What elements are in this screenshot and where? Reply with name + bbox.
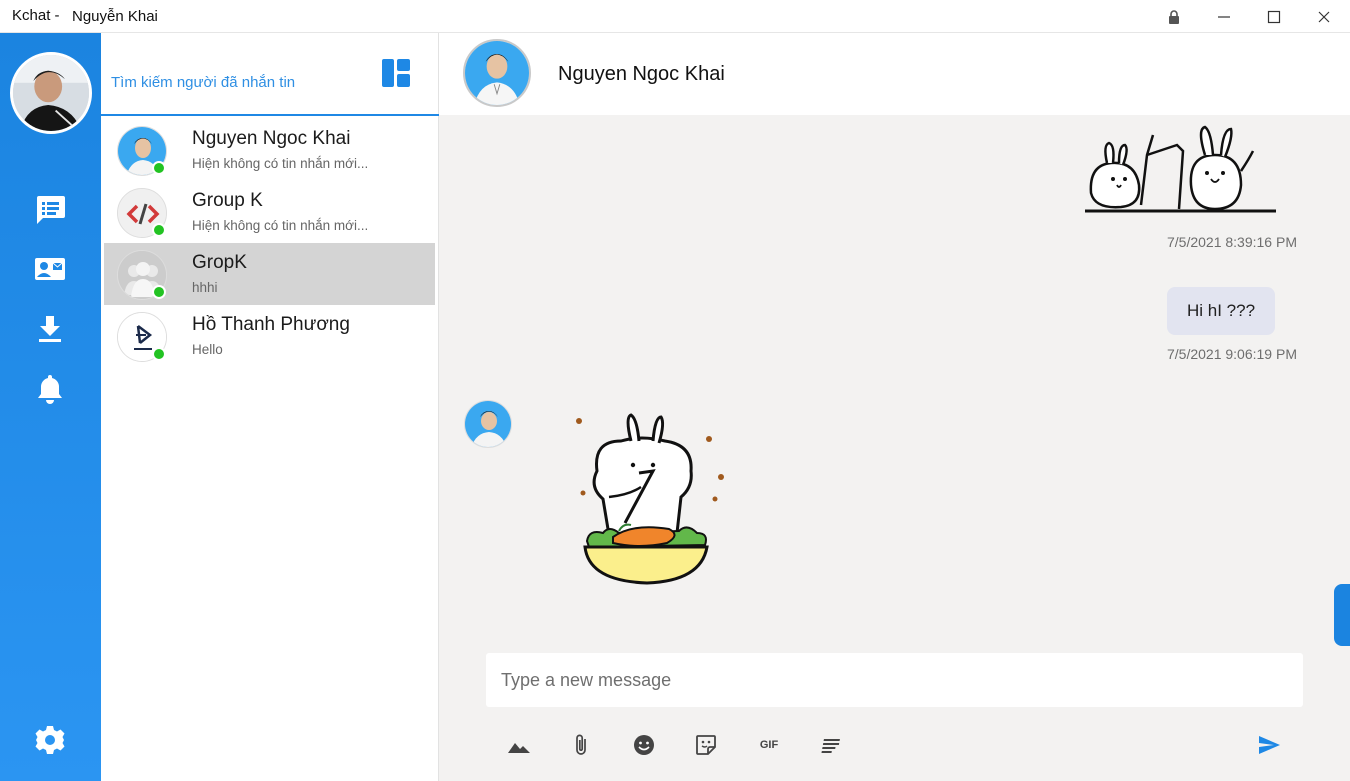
online-indicator	[152, 347, 166, 361]
bell-icon	[38, 375, 62, 404]
conversation-name: GropK	[192, 252, 247, 273]
chat-title: Nguyen Ngoc Khai	[558, 63, 725, 85]
sidebar-item-chats[interactable]	[28, 187, 72, 231]
conversation-item[interactable]: Nguyen Ngoc Khai Hiện không có tin nhắn …	[104, 119, 435, 181]
contact-card-icon	[35, 258, 65, 280]
conversation-preview: hhhi	[192, 280, 218, 295]
emoji-button[interactable]	[628, 730, 660, 760]
chat-list-icon	[37, 196, 65, 224]
message-timestamp: 7/5/2021 9:06:19 PM	[1167, 346, 1297, 362]
format-icon	[821, 739, 840, 753]
search-bar	[101, 33, 439, 116]
nav-rail	[0, 33, 101, 781]
send-image-button[interactable]	[503, 730, 535, 760]
conversation-preview: Hiện không có tin nhắn mới...	[192, 156, 369, 171]
lock-icon	[1169, 9, 1179, 24]
message-sticker-incoming[interactable]	[569, 411, 739, 596]
minimize-button[interactable]	[1201, 0, 1247, 33]
conversation-item[interactable]: GropK hhhi	[104, 243, 435, 305]
attachment-icon	[576, 734, 586, 755]
settings-button[interactable]	[28, 718, 72, 762]
send-icon	[1259, 736, 1280, 754]
chat-panel: Nguyen Ngoc Khai 7/5/2021 8:39:16 PM Hi …	[439, 33, 1350, 781]
scroll-handle[interactable]	[1334, 584, 1350, 646]
profile-photo	[13, 55, 89, 131]
bunny-carrot-sticker-image	[576, 413, 724, 585]
online-indicator	[152, 161, 166, 175]
sticker-icon	[696, 735, 716, 755]
format-text-button[interactable]	[815, 730, 847, 760]
sender-avatar[interactable]	[464, 400, 512, 448]
search-input[interactable]	[111, 69, 351, 95]
layout-icon	[382, 59, 410, 87]
message-sticker-outgoing[interactable]	[1081, 115, 1281, 220]
online-indicator	[152, 223, 166, 237]
conversation-preview: Hiện không có tin nhắn mới...	[192, 218, 369, 233]
message-composer	[486, 653, 1303, 707]
close-button[interactable]	[1301, 0, 1347, 33]
lock-button[interactable]	[1151, 0, 1197, 33]
online-indicator	[152, 285, 166, 299]
app-name: Kchat -	[12, 7, 60, 24]
gif-button[interactable]: GIF	[753, 730, 785, 760]
title-bar: Kchat - Nguyễn Khai	[0, 0, 1350, 33]
download-icon	[39, 316, 61, 342]
profile-avatar[interactable]	[10, 52, 92, 134]
bunny-sticker-image	[1085, 125, 1276, 213]
message-bubble-outgoing[interactable]: Hi hI ???	[1167, 287, 1276, 335]
sticker-button[interactable]	[690, 730, 722, 760]
chat-partner-avatar[interactable]	[463, 39, 531, 107]
send-button[interactable]	[1253, 730, 1285, 760]
window-user-name: Nguyễn Khai	[72, 8, 158, 25]
conversation-item[interactable]: Group K Hiện không có tin nhắn mới...	[104, 181, 435, 243]
message-input[interactable]	[501, 667, 1281, 693]
conversation-preview: Hello	[192, 342, 223, 357]
image-icon	[508, 743, 530, 753]
sidebar-item-notifications[interactable]	[28, 367, 72, 411]
chat-header: Nguyen Ngoc Khai	[439, 33, 1350, 115]
conversation-item[interactable]: Hồ Thanh Phương Hello	[104, 305, 435, 367]
sidebar-item-contacts[interactable]	[28, 247, 72, 291]
gif-icon: GIF	[759, 739, 779, 751]
conversation-panel: Nguyen Ngoc Khai Hiện không có tin nhắn …	[101, 33, 439, 781]
conversation-name: Group K	[192, 190, 263, 211]
gear-icon	[35, 726, 65, 754]
maximize-button[interactable]	[1251, 0, 1297, 33]
maximize-icon	[1267, 10, 1281, 23]
close-icon	[1318, 11, 1330, 22]
sidebar-item-downloads[interactable]	[28, 307, 72, 351]
conversation-name: Nguyen Ngoc Khai	[192, 128, 351, 149]
layout-toggle-button[interactable]	[381, 58, 411, 88]
conversation-name: Hồ Thanh Phương	[192, 314, 350, 335]
message-timestamp: 7/5/2021 8:39:16 PM	[1167, 234, 1297, 250]
emoji-icon	[634, 735, 654, 755]
minimize-icon	[1218, 15, 1230, 18]
attach-file-button[interactable]	[565, 730, 597, 760]
